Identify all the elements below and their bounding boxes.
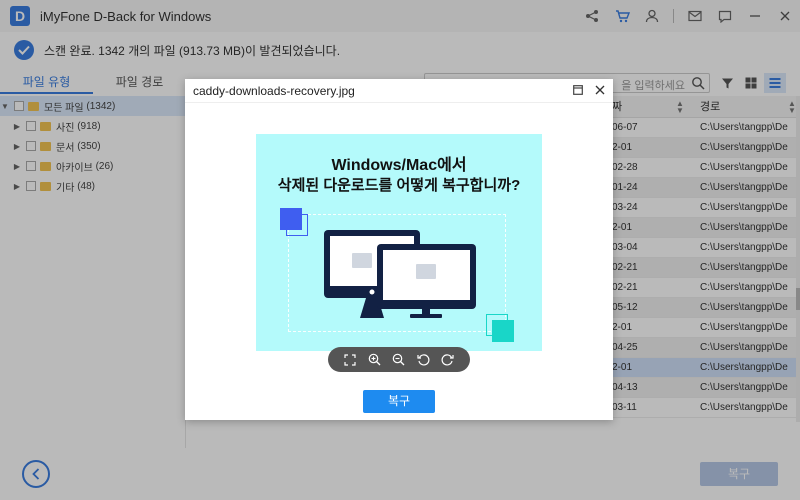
dialog-title: caddy-downloads-recovery.jpg bbox=[193, 84, 355, 98]
zoom-in-icon[interactable] bbox=[367, 352, 383, 368]
image-viewer-toolbar bbox=[328, 347, 470, 372]
preview-heading-line1: Windows/Mac에서 bbox=[331, 157, 467, 174]
decorative-square bbox=[280, 208, 302, 230]
zoom-out-icon[interactable] bbox=[391, 352, 407, 368]
preview-dialog: caddy-downloads-recovery.jpg Windows/Mac… bbox=[185, 79, 613, 420]
rotate-left-icon[interactable] bbox=[415, 352, 431, 368]
monitors-illustration-icon bbox=[324, 230, 476, 318]
dialog-header: caddy-downloads-recovery.jpg bbox=[185, 79, 613, 103]
dialog-close-icon[interactable] bbox=[595, 82, 605, 98]
dialog-recover-button[interactable]: 복구 bbox=[363, 390, 435, 413]
preview-image: Windows/Mac에서 삭제된 다운로드를 어떻게 복구합니까? bbox=[256, 134, 542, 351]
maximize-icon[interactable] bbox=[573, 84, 583, 98]
fit-screen-icon[interactable] bbox=[342, 352, 358, 368]
rotate-right-icon[interactable] bbox=[440, 352, 456, 368]
decorative-square bbox=[492, 320, 514, 342]
preview-heading-line2: 삭제된 다운로드를 어떻게 복구합니까? bbox=[277, 177, 521, 194]
